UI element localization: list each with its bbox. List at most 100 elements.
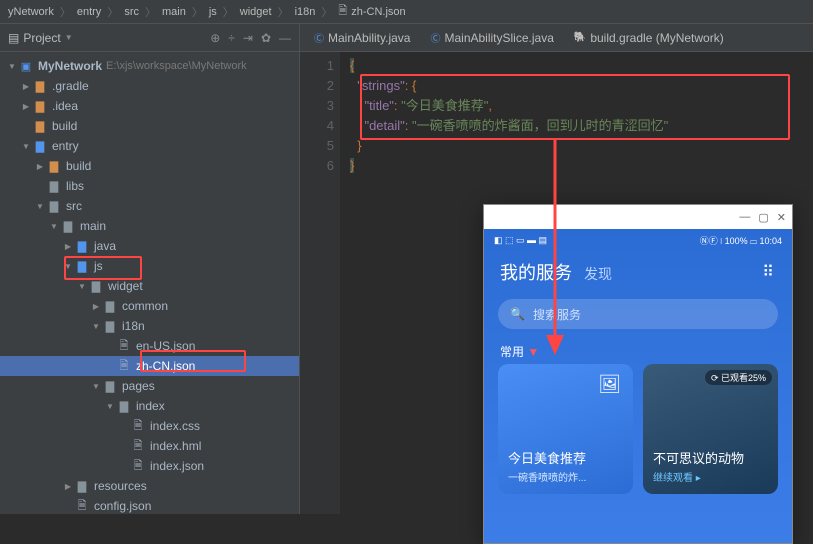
crumb[interactable]: yNetwork <box>8 6 54 18</box>
tab-mainabilityslice[interactable]: Ⓒ MainAbilitySlice.java <box>420 24 563 51</box>
tree-row[interactable]: ▇ i18n <box>0 316 299 336</box>
tree-row[interactable]: ▇main <box>0 216 299 236</box>
tree-label: index <box>136 399 165 413</box>
tree-row[interactable]: ▇entry <box>0 136 299 156</box>
tree-label: common <box>122 299 168 313</box>
phone-titlebar: — ▢ ✕ <box>484 205 792 229</box>
tree-row[interactable]: ▇.gradle <box>0 76 299 96</box>
tree-row[interactable]: 🗎zh-CN.json <box>0 356 299 376</box>
tree-row[interactable]: ▇common <box>0 296 299 316</box>
json-file-icon: 🗎 <box>116 338 132 354</box>
tree-row[interactable]: ▇js <box>0 256 299 276</box>
phone-menu-icon[interactable]: ⠿ <box>762 262 776 282</box>
expand-icon[interactable] <box>90 302 102 311</box>
tree-label: en-US.json <box>136 339 195 353</box>
crumb[interactable]: js <box>209 6 217 18</box>
progress-badge: ⟳ 已观看25% <box>705 370 772 385</box>
tree-row[interactable]: ▇ src <box>0 196 299 216</box>
tab-label: MainAbilitySlice.java <box>444 31 553 45</box>
tree-row[interactable]: ▇libs <box>0 176 299 196</box>
collapse-icon[interactable]: ⇥ <box>243 31 253 45</box>
target-icon[interactable]: ⊕ <box>210 31 220 45</box>
crumb[interactable]: src <box>124 6 139 18</box>
divide-icon[interactable]: ÷ <box>228 31 235 45</box>
phone-title[interactable]: 我的服务 <box>500 259 572 285</box>
gear-icon[interactable]: ✿ <box>261 31 271 45</box>
expand-icon[interactable] <box>20 82 32 91</box>
phone-cards: 🖼 今日美食推荐 一碗香喷喷的炸... ⟳ 已观看25% 不可思议的动物 继续观… <box>484 364 792 494</box>
tab-buildgradle[interactable]: 🐘 build.gradle (MyNetwork) <box>564 24 734 51</box>
expand-icon[interactable] <box>62 242 74 251</box>
image-icon: 🖼 <box>598 374 621 395</box>
expand-icon[interactable] <box>90 382 102 391</box>
tab-label: MainAbility.java <box>328 31 410 45</box>
tree-label: index.hml <box>150 439 201 453</box>
tree-row[interactable]: 🗎index.css <box>0 416 299 436</box>
tree-label: src <box>66 199 82 213</box>
expand-icon[interactable] <box>48 222 60 231</box>
phone-preview-window: — ▢ ✕ ◧ ⬚ ▭ ▬ ▤ ⓃⒻ ⧘ 100% ▭ 10:04 我的服务 发… <box>483 204 793 544</box>
gradle-file-icon: 🐘 <box>574 32 586 43</box>
folder-icon: ▇ <box>46 198 62 214</box>
editor-area: Ⓒ MainAbility.java Ⓒ MainAbilitySlice.ja… <box>300 24 813 514</box>
expand-icon[interactable] <box>76 282 88 291</box>
tree-row[interactable]: ▇widget <box>0 276 299 296</box>
json-file-icon: 🗎 <box>130 438 146 454</box>
tree-row[interactable]: ▇ build <box>0 156 299 176</box>
close-icon[interactable]: ✕ <box>777 211 786 224</box>
tree-row[interactable]: ▇.idea <box>0 96 299 116</box>
tree-label: config.json <box>94 499 151 513</box>
expand-icon[interactable] <box>34 202 46 211</box>
expand-icon[interactable] <box>62 482 74 491</box>
tree-label: i18n <box>122 319 145 333</box>
card-link[interactable]: 继续观看 ▸ <box>653 469 768 484</box>
sidebar-title[interactable]: Project <box>23 31 60 45</box>
expand-icon[interactable] <box>6 62 18 71</box>
crumb[interactable]: widget <box>240 6 272 18</box>
folder-icon: ▇ <box>46 158 62 174</box>
tree-label: build <box>52 119 77 133</box>
hide-icon[interactable]: — <box>279 31 291 45</box>
card-animal[interactable]: ⟳ 已观看25% 不可思议的动物 继续观看 ▸ <box>643 364 778 494</box>
json-file-icon: 🗎 <box>338 2 347 21</box>
crumb[interactable]: i18n <box>295 6 316 18</box>
phone-subtitle[interactable]: 发现 <box>584 264 612 284</box>
folder-icon: ▇ <box>74 258 90 274</box>
expand-icon[interactable] <box>34 162 46 171</box>
tree-row[interactable]: ▇java <box>0 236 299 256</box>
folder-icon: ▇ <box>102 318 118 334</box>
card-food[interactable]: 🖼 今日美食推荐 一碗香喷喷的炸... <box>498 364 633 494</box>
tree-row[interactable]: ▇ index <box>0 396 299 416</box>
expand-icon[interactable] <box>90 322 102 331</box>
tree-label: build <box>66 159 91 173</box>
crumb[interactable]: main <box>162 6 186 18</box>
editor-tabs: Ⓒ MainAbility.java Ⓒ MainAbilitySlice.ja… <box>300 24 813 52</box>
tree-row[interactable]: 🗎 index.hml <box>0 436 299 456</box>
dropdown-icon[interactable]: ▼ <box>65 33 73 42</box>
expand-icon[interactable] <box>20 102 32 111</box>
card-title: 不可思议的动物 <box>653 448 768 467</box>
tree-label: index.css <box>150 419 200 433</box>
tree-row[interactable]: 🗎 en-US.json <box>0 336 299 356</box>
maximize-icon[interactable]: ▢ <box>758 211 768 224</box>
tree-row[interactable]: ▇pages <box>0 376 299 396</box>
tab-mainability[interactable]: Ⓒ MainAbility.java <box>304 24 420 51</box>
phone-search[interactable]: 🔍 搜索服务 <box>498 299 778 329</box>
expand-icon[interactable] <box>20 142 32 151</box>
tree-row[interactable]: ▇build <box>0 116 299 136</box>
search-placeholder: 搜索服务 <box>533 306 581 323</box>
crumb[interactable]: zh-CN.json <box>351 6 405 18</box>
folder-icon: ▇ <box>32 138 48 154</box>
minimize-icon[interactable]: — <box>739 211 750 223</box>
expand-icon[interactable] <box>104 402 116 411</box>
expand-icon[interactable] <box>62 262 74 271</box>
tree-row[interactable]: 🗎config.json <box>0 496 299 514</box>
project-tree[interactable]: ▣ MyNetwork E:\xjs\workspace\MyNetwork ▇… <box>0 52 299 514</box>
tree-row[interactable]: 🗎index.json <box>0 456 299 476</box>
crumb[interactable]: entry <box>77 6 101 18</box>
folder-icon: ▇ <box>116 398 132 414</box>
json-file-icon: 🗎 <box>130 458 146 474</box>
java-file-icon: Ⓒ <box>430 30 440 45</box>
tree-root[interactable]: ▣ MyNetwork E:\xjs\workspace\MyNetwork <box>0 56 299 76</box>
tree-row[interactable]: ▇resources <box>0 476 299 496</box>
